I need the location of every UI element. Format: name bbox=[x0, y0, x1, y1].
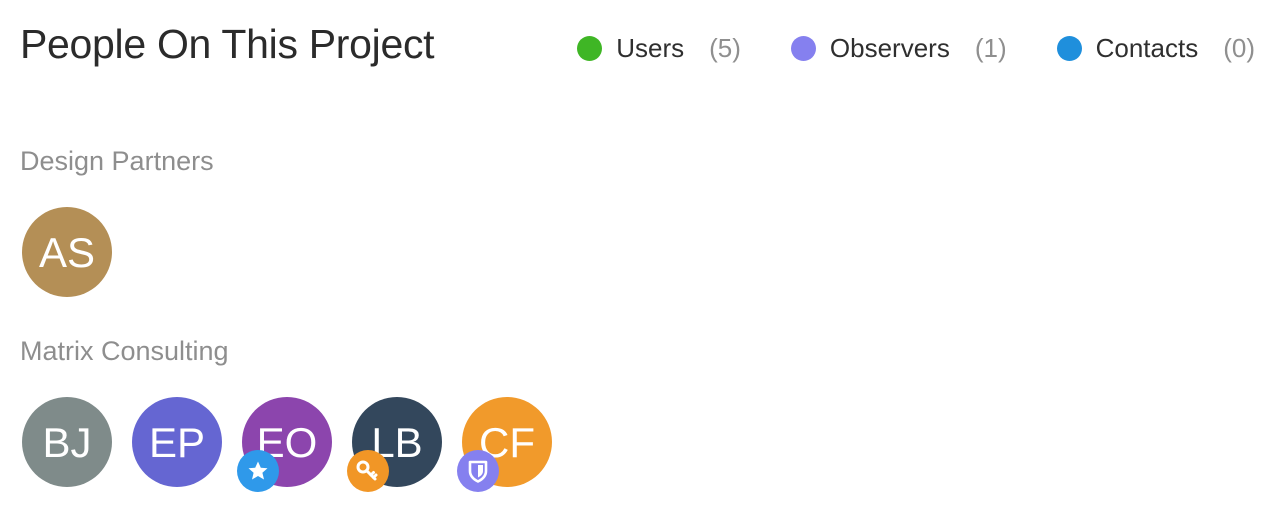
legend-count: (5) bbox=[709, 33, 741, 63]
legend-item-observers[interactable]: Observers (1) bbox=[790, 33, 1007, 63]
page-header: People On This Project Users (5) Observe… bbox=[20, 18, 1260, 78]
people-legend: Users (5) Observers (1) Contacts (0) bbox=[577, 33, 1255, 63]
legend-item-users[interactable]: Users (5) bbox=[577, 33, 741, 63]
avatar-row: AS bbox=[20, 207, 214, 297]
legend-count: (1) bbox=[974, 33, 1007, 63]
legend-label: Users bbox=[616, 33, 685, 63]
group-title: Design Partners bbox=[20, 146, 214, 176]
group-title: Matrix Consulting bbox=[20, 336, 229, 366]
users-dot-icon bbox=[577, 35, 603, 61]
avatar[interactable]: CF bbox=[457, 397, 552, 492]
legend-label: Observers bbox=[829, 33, 950, 63]
group-design-partners: Design Partners AS bbox=[20, 146, 214, 297]
avatar[interactable]: AS bbox=[22, 207, 112, 297]
avatar[interactable]: BJ bbox=[22, 397, 112, 487]
star-icon bbox=[237, 450, 279, 492]
avatar[interactable]: EO bbox=[237, 397, 332, 492]
group-matrix-consulting: Matrix Consulting BJ EP EO LB CF bbox=[20, 336, 570, 492]
contacts-dot-icon bbox=[1056, 35, 1082, 61]
observers-dot-icon bbox=[790, 35, 816, 61]
page-title: People On This Project bbox=[20, 21, 435, 67]
avatar[interactable]: LB bbox=[347, 397, 442, 492]
key-icon bbox=[347, 450, 389, 492]
legend-label: Contacts bbox=[1095, 33, 1199, 63]
legend-count: (0) bbox=[1223, 33, 1255, 63]
shield-icon bbox=[457, 450, 499, 492]
avatar-row: BJ EP EO LB CF bbox=[20, 397, 570, 492]
avatar-initials: BJ bbox=[42, 419, 92, 466]
legend-item-contacts[interactable]: Contacts (0) bbox=[1056, 33, 1255, 63]
avatar[interactable]: EP bbox=[132, 397, 222, 487]
avatar-initials: EP bbox=[148, 419, 206, 466]
avatar-initials: AS bbox=[38, 229, 96, 276]
